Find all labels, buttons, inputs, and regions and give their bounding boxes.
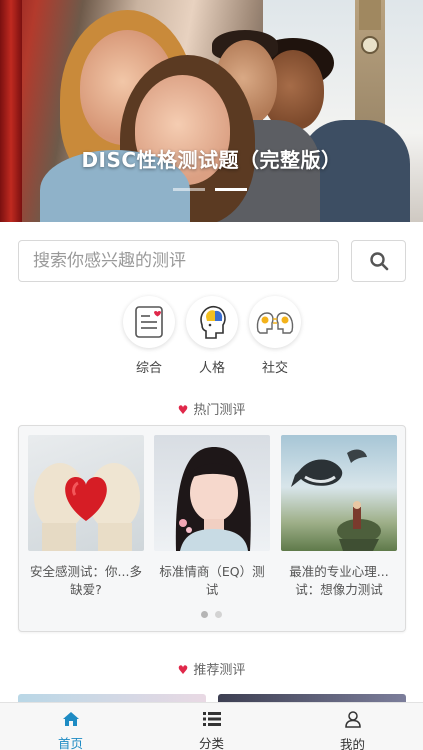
search-input[interactable] <box>18 240 339 282</box>
category-social[interactable]: 社交 <box>245 296 305 376</box>
heart-icon: ♥ <box>177 403 189 417</box>
hot-pager-dot-2[interactable] <box>215 611 222 618</box>
clock-face <box>361 36 379 54</box>
nav-profile-label: 我的 <box>339 737 365 750</box>
banner-dot-2[interactable] <box>215 188 247 191</box>
bottom-nav: 首页 分类 我的 <box>0 702 423 750</box>
hot-section-header: ♥ 热门测评 <box>0 399 423 418</box>
flying-whale-image <box>281 435 397 551</box>
banner-carousel[interactable]: DISC性格测试题（完整版） <box>0 0 423 222</box>
category-label: 社交 <box>261 361 288 376</box>
nav-profile[interactable]: 我的 <box>282 703 423 750</box>
hot-heading: 热门测评 <box>193 403 246 418</box>
heart-icon: ♥ <box>177 663 189 677</box>
search-button[interactable] <box>351 240 406 282</box>
whale-fantasy-illustration <box>291 449 381 551</box>
two-heads-icon <box>256 312 294 334</box>
hot-pager <box>201 611 225 619</box>
category-circle <box>186 296 238 348</box>
recommend-item-peek-2[interactable] <box>218 694 406 702</box>
home-icon <box>62 712 79 726</box>
head-brain-icon <box>200 305 226 339</box>
girl-portrait-image <box>154 435 270 551</box>
category-label: 人格 <box>198 361 225 376</box>
category-label: 综合 <box>135 361 162 376</box>
girl-portrait-illustration <box>175 447 251 551</box>
list-icon <box>202 712 221 726</box>
hot-item[interactable]: 最准的专业心理...试：想像力测试 <box>281 435 397 599</box>
clock-tower-top <box>359 0 381 30</box>
hot-carousel[interactable]: 安全感测试：你...多缺爱? 标准情商（EQ）测试 最准的专业心理...试：想像… <box>18 425 406 632</box>
recommend-item-peek-1[interactable] <box>18 694 206 702</box>
category-circle <box>123 296 175 348</box>
recommend-section-header: ♥ 推荐测评 <box>0 659 423 678</box>
hot-item-title: 安全感测试：你...多缺爱? <box>30 564 142 597</box>
hot-item[interactable]: 安全感测试：你...多缺爱? <box>28 435 144 599</box>
nav-category[interactable]: 分类 <box>141 703 282 750</box>
banner-indicator <box>173 188 253 192</box>
hot-item-title: 标准情商（EQ）测试 <box>159 564 265 597</box>
nav-home-label: 首页 <box>57 736 83 750</box>
hot-pager-dot-1[interactable] <box>201 611 208 618</box>
red-phone-box <box>0 0 22 222</box>
nav-home[interactable]: 首页 <box>0 703 141 750</box>
gloved-hands-heart-image <box>28 435 144 551</box>
heart-gloves-illustration <box>34 463 140 551</box>
recommend-heading: 推荐测评 <box>193 663 246 678</box>
nav-category-label: 分类 <box>198 736 224 750</box>
hot-item[interactable]: 标准情商（EQ）测试 <box>154 435 270 599</box>
category-personality[interactable]: 人格 <box>182 296 242 376</box>
hot-item-title: 最准的专业心理...试：想像力测试 <box>289 564 389 597</box>
category-comprehensive[interactable]: 综合 <box>119 296 179 376</box>
category-circle <box>249 296 301 348</box>
search-icon <box>369 252 388 271</box>
banner-title: DISC性格测试题（完整版） <box>81 148 342 172</box>
user-icon <box>344 711 361 728</box>
banner-dot-1[interactable] <box>173 188 205 191</box>
document-heart-icon <box>135 306 163 338</box>
